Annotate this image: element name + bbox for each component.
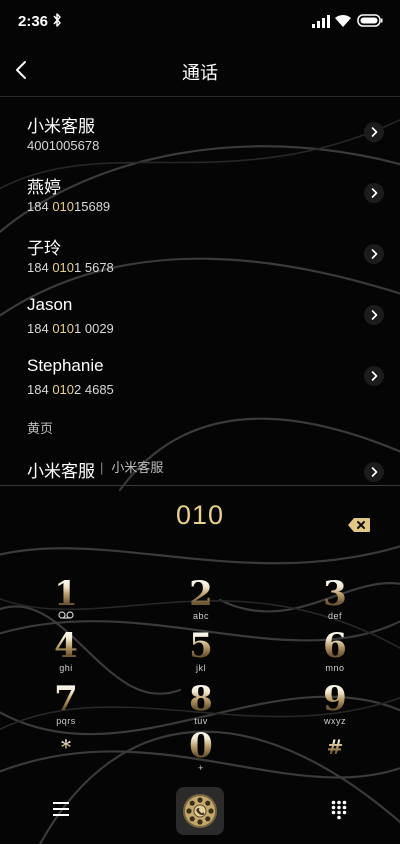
dial-key-digit: 9 <box>290 682 380 716</box>
dial-key-9[interactable]: 9 wxyz <box>290 682 380 735</box>
contact-number: 184 0101 5678 <box>27 260 114 275</box>
yellow-pages-subtitle: | 小米客服 <box>100 460 164 475</box>
dial-input-display: 010 <box>175 500 225 530</box>
contact-number: 184 0102 4685 <box>27 382 114 397</box>
chevron-right-icon[interactable] <box>364 462 384 482</box>
rotary-dial-icon <box>183 794 217 828</box>
dial-key-digit: * <box>21 736 111 758</box>
yellow-pages-row[interactable]: 小米客服 4001005678 <box>0 447 400 485</box>
contact-name: Jason <box>27 295 73 314</box>
dialer-bottom-bar <box>0 770 400 844</box>
dial-key-letters: jkl <box>196 663 206 673</box>
dial-key-letters: def <box>327 611 342 621</box>
chevron-right-icon[interactable] <box>364 183 384 203</box>
dial-key-digit: 4 <box>21 629 111 663</box>
keypad-icon[interactable] <box>331 800 347 820</box>
dial-key-letters: ghi <box>59 663 73 673</box>
dial-key-6[interactable]: 6 mno <box>290 629 380 682</box>
dial-key-digit: 5 <box>156 629 246 663</box>
contact-row[interactable]: 子玲 184 0101 5678 <box>0 224 400 282</box>
dial-key-4[interactable]: 4 ghi <box>21 629 111 682</box>
wifi-icon <box>335 14 351 27</box>
dial-key-letters: abc <box>192 611 209 621</box>
dial-key-1[interactable]: 1 <box>21 577 111 630</box>
dial-key-digit: 3 <box>290 577 380 611</box>
chevron-right-icon[interactable] <box>364 122 384 142</box>
signal-icon <box>312 15 330 28</box>
contact-results-list[interactable]: 小米客服 4001005678 燕婷 184 01015689 子玲 184 0… <box>0 97 400 485</box>
call-button[interactable] <box>176 787 224 835</box>
dial-key-letters: tuv <box>194 716 208 726</box>
contact-number: 184 0101 0029 <box>27 321 114 336</box>
contact-row[interactable]: Stephanie 184 0102 4685 <box>0 346 400 404</box>
contact-name: Stephanie <box>27 356 104 375</box>
dial-key-digit: 6 <box>290 629 380 663</box>
dial-key-digit: 1 <box>21 577 111 611</box>
header: 通话 <box>0 44 400 96</box>
dial-key-5[interactable]: 5 jkl <box>156 629 246 682</box>
contact-name: 小米客服 <box>27 117 95 136</box>
yellow-pages-name: 小米客服 <box>27 462 95 481</box>
dial-key-3[interactable]: 3 def <box>290 577 380 630</box>
dial-key-letters: wxyz <box>324 716 346 726</box>
dial-key-7[interactable]: 7 pqrs <box>21 682 111 735</box>
chevron-right-icon[interactable] <box>364 244 384 264</box>
contact-name: 燕婷 <box>27 178 61 197</box>
section-label-yellow-pages: 黄页 <box>27 421 54 436</box>
status-bar: 2:36 <box>0 0 400 44</box>
contact-row[interactable]: 燕婷 184 01015689 <box>0 163 400 221</box>
chevron-right-icon[interactable] <box>364 305 384 325</box>
list-divider <box>0 485 400 486</box>
dial-key-digit: 2 <box>156 577 246 611</box>
battery-icon <box>357 14 383 27</box>
contact-row[interactable]: Jason 184 0101 0029 <box>0 285 400 343</box>
contact-name: 子玲 <box>27 239 61 258</box>
contact-number: 4001005678 <box>27 138 100 153</box>
contact-row[interactable]: 小米客服 4001005678 <box>0 102 400 160</box>
dial-key-2[interactable]: 2 abc <box>156 577 246 630</box>
contact-number: 184 01015689 <box>27 199 111 214</box>
dial-key-digit: 8 <box>156 682 246 716</box>
menu-icon[interactable] <box>51 801 71 817</box>
dial-key-letters: mno <box>325 663 345 673</box>
chevron-right-icon[interactable] <box>364 366 384 386</box>
dial-key-digit: # <box>290 736 380 758</box>
page-title: 通话 <box>182 63 218 83</box>
status-time: 2:36 <box>18 13 49 30</box>
dial-key-digit: 0 <box>156 729 246 763</box>
backspace-icon[interactable] <box>347 517 371 533</box>
bluetooth-icon <box>53 13 61 27</box>
dial-key-letters: pqrs <box>56 716 76 726</box>
dial-key-digit: 7 <box>21 682 111 716</box>
